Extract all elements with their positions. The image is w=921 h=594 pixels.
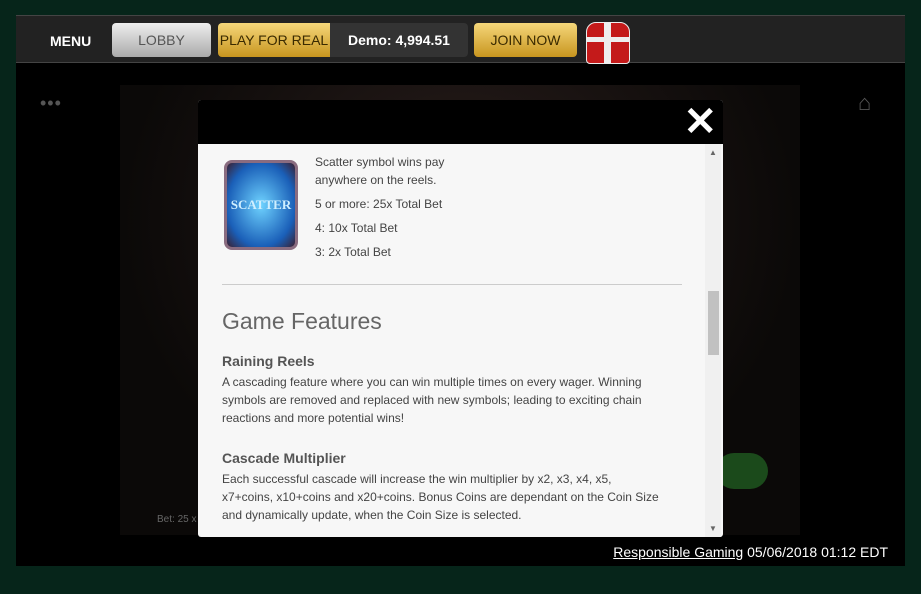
treasure-chest-icon[interactable] bbox=[586, 22, 630, 64]
paytable-modal: ✕ SCATTER Scatter symbol wins pay anywhe… bbox=[198, 100, 723, 537]
home-icon[interactable]: ⌂ bbox=[858, 90, 871, 116]
scatter-pay-3: 3: 2x Total Bet bbox=[315, 245, 391, 259]
bet-text: Bet: 25 x bbox=[157, 514, 197, 525]
spin-button[interactable] bbox=[716, 453, 768, 489]
scatter-pay-5: 5 or more: 25x Total Bet bbox=[315, 197, 443, 211]
scatter-info: Scatter symbol wins pay anywhere on the … bbox=[315, 153, 455, 267]
scatter-desc: Scatter symbol wins pay anywhere on the … bbox=[315, 155, 445, 187]
top-bar: MENU LOBBY PLAY FOR REAL Demo: 4,994.51 … bbox=[16, 15, 905, 64]
modal-content: SCATTER Scatter symbol wins pay anywhere… bbox=[222, 144, 692, 537]
play-for-real-button[interactable]: PLAY FOR REAL bbox=[218, 23, 330, 57]
feature-title: Cascade Multiplier bbox=[222, 450, 346, 466]
responsible-gaming-link[interactable]: Responsible Gaming bbox=[613, 544, 743, 560]
feature-raining-reels: Raining Reels A cascading feature where … bbox=[222, 352, 662, 427]
close-icon[interactable]: ✕ bbox=[683, 102, 717, 142]
scroll-up-icon[interactable]: ▲ bbox=[709, 148, 717, 157]
divider bbox=[222, 284, 682, 285]
lobby-button[interactable]: LOBBY bbox=[112, 23, 211, 57]
feature-title: Raining Reels bbox=[222, 353, 315, 369]
feature-text: Each successful cascade will increase th… bbox=[222, 472, 659, 522]
scrollbar-thumb[interactable] bbox=[708, 291, 719, 355]
feature-cascade-multiplier: Cascade Multiplier Each successful casca… bbox=[222, 449, 662, 524]
join-now-button[interactable]: JOIN NOW bbox=[474, 23, 577, 57]
footer: Responsible Gaming 05/06/2018 01:12 EDT bbox=[613, 544, 888, 560]
feature-text: A cascading feature where you can win mu… bbox=[222, 375, 642, 425]
section-title: Game Features bbox=[222, 308, 382, 334]
more-options-icon[interactable]: ••• bbox=[40, 93, 62, 114]
scatter-pay-4: 4: 10x Total Bet bbox=[315, 221, 398, 235]
modal-header: ✕ bbox=[198, 100, 723, 144]
scroll-down-icon[interactable]: ▼ bbox=[709, 524, 717, 533]
menu-button[interactable]: MENU bbox=[50, 33, 91, 49]
demo-balance: Demo: 4,994.51 bbox=[330, 23, 468, 57]
scrollbar[interactable]: ▲ ▼ bbox=[705, 144, 721, 537]
scatter-symbol-icon: SCATTER bbox=[224, 160, 298, 250]
datetime: 05/06/2018 01:12 EDT bbox=[747, 544, 888, 560]
